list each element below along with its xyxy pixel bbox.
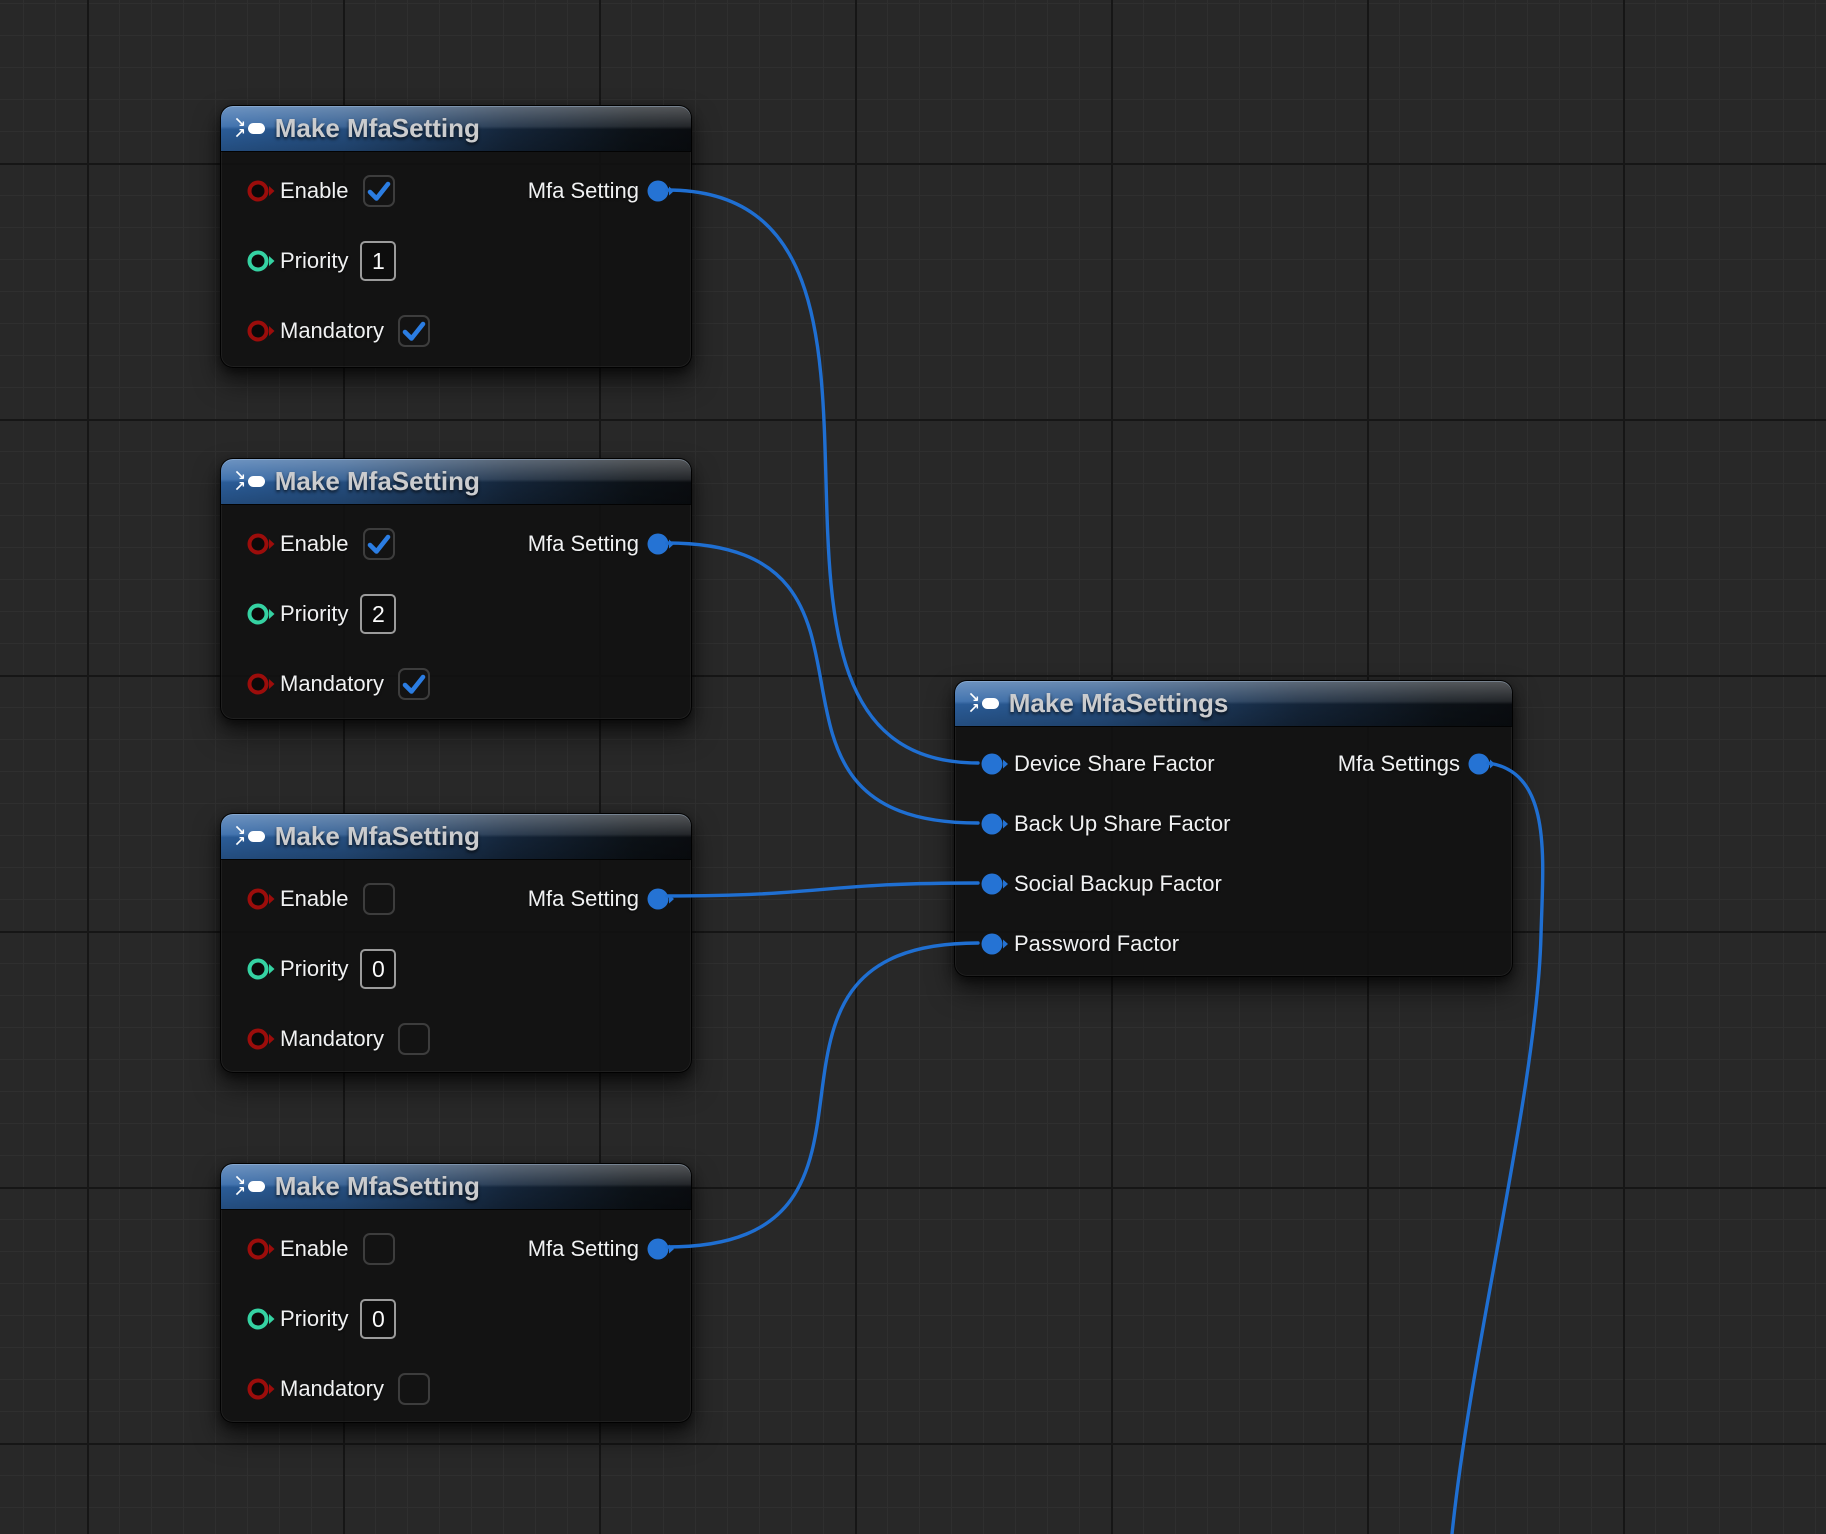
node-make-mfasettings[interactable]: ↘↗ Make MfaSettings Device Share Factor …	[954, 680, 1513, 977]
output-row: Mfa Setting	[528, 522, 675, 566]
mandatory-checkbox[interactable]	[398, 1373, 430, 1405]
pin-row-back-up-share-factor: Back Up Share Factor	[955, 794, 1512, 854]
node-header[interactable]: ↘↗ Make MfaSetting	[221, 106, 691, 151]
enable-checkbox[interactable]	[363, 883, 395, 915]
output-row: Mfa Settings	[1338, 742, 1496, 786]
bool-input-pin[interactable]	[247, 671, 277, 697]
pin-row-mandatory: Mandatory	[221, 649, 691, 719]
bool-input-pin[interactable]	[247, 1236, 277, 1262]
struct-output-pin[interactable]	[645, 1236, 675, 1262]
check-icon	[365, 177, 393, 205]
struct-output-pin[interactable]	[645, 886, 675, 912]
mandatory-checkbox[interactable]	[398, 668, 430, 700]
pin-row-mandatory: Mandatory	[221, 1004, 691, 1074]
mandatory-checkbox[interactable]	[398, 315, 430, 347]
pin-label: Mandatory	[280, 671, 384, 697]
mandatory-checkbox[interactable]	[398, 1023, 430, 1055]
pin-row-mandatory: Mandatory	[221, 296, 691, 366]
bool-input-pin[interactable]	[247, 178, 277, 204]
bool-input-pin[interactable]	[247, 1026, 277, 1052]
bool-input-pin[interactable]	[247, 531, 277, 557]
node-title: Make MfaSetting	[275, 113, 480, 144]
struct-input-pin[interactable]	[981, 751, 1011, 777]
make-struct-icon: ↘↗	[234, 1176, 265, 1198]
output-row: Mfa Setting	[528, 877, 675, 921]
check-icon	[365, 530, 393, 558]
node-title: Make MfaSettings	[1009, 688, 1229, 719]
blueprint-canvas[interactable]: ↘↗ Make MfaSetting Enable Priority 1	[0, 0, 1826, 1534]
wire-node3-to-social-backup-factor[interactable]	[667, 883, 978, 896]
pin-row-priority: Priority 2	[221, 579, 691, 649]
make-struct-icon: ↘↗	[968, 693, 999, 715]
bool-input-pin[interactable]	[247, 886, 277, 912]
enable-checkbox[interactable]	[363, 1233, 395, 1265]
wire-node1-to-device-share-factor[interactable]	[667, 190, 978, 763]
pin-label: Enable	[280, 1236, 349, 1262]
check-icon	[400, 317, 428, 345]
pin-label: Mandatory	[280, 318, 384, 344]
wire-node4-to-password-factor[interactable]	[667, 943, 978, 1247]
pin-label: Mandatory	[280, 1026, 384, 1052]
pin-label: Social Backup Factor	[1014, 871, 1222, 897]
pin-row-password-factor: Password Factor	[955, 914, 1512, 974]
node-header[interactable]: ↘↗ Make MfaSetting	[221, 814, 691, 859]
struct-input-pin[interactable]	[981, 811, 1011, 837]
int-input-pin[interactable]	[247, 956, 277, 982]
make-struct-icon: ↘↗	[234, 826, 265, 848]
pin-row-mandatory: Mandatory	[221, 1354, 691, 1424]
priority-field[interactable]: 1	[360, 241, 396, 281]
node-title: Make MfaSetting	[275, 1171, 480, 1202]
pin-label: Mfa Setting	[528, 1236, 639, 1262]
priority-field[interactable]: 0	[360, 949, 396, 989]
node-header[interactable]: ↘↗ Make MfaSetting	[221, 1164, 691, 1209]
pin-row-priority: Priority 0	[221, 1284, 691, 1354]
priority-field[interactable]: 0	[360, 1299, 396, 1339]
pin-row-priority: Priority 1	[221, 226, 691, 296]
pin-row-social-backup-factor: Social Backup Factor	[955, 854, 1512, 914]
int-input-pin[interactable]	[247, 248, 277, 274]
pin-label: Priority	[280, 601, 348, 627]
make-struct-icon: ↘↗	[234, 118, 265, 140]
node-title: Make MfaSetting	[275, 466, 480, 497]
wire-node2-to-back-up-share-factor[interactable]	[667, 543, 978, 823]
pin-label: Mfa Setting	[528, 531, 639, 557]
node-make-mfasetting-2[interactable]: ↘↗ Make MfaSetting Enable Priority 2	[220, 458, 692, 720]
bool-input-pin[interactable]	[247, 318, 277, 344]
node-header[interactable]: ↘↗ Make MfaSettings	[955, 681, 1512, 726]
pin-label: Priority	[280, 956, 348, 982]
pin-label: Password Factor	[1014, 931, 1179, 957]
pin-label: Mfa Setting	[528, 178, 639, 204]
pin-label: Priority	[280, 248, 348, 274]
output-row: Mfa Setting	[528, 1227, 675, 1271]
pin-label: Mandatory	[280, 1376, 384, 1402]
output-row: Mfa Setting	[528, 169, 675, 213]
pin-label: Priority	[280, 1306, 348, 1332]
node-make-mfasetting-3[interactable]: ↘↗ Make MfaSetting Enable Priority 0	[220, 813, 692, 1073]
pin-label: Enable	[280, 178, 349, 204]
check-icon	[400, 670, 428, 698]
pin-label: Enable	[280, 531, 349, 557]
pin-label: Mfa Settings	[1338, 751, 1460, 777]
pin-label: Device Share Factor	[1014, 751, 1215, 777]
node-make-mfasetting-1[interactable]: ↘↗ Make MfaSetting Enable Priority 1	[220, 105, 692, 368]
pin-label: Enable	[280, 886, 349, 912]
enable-checkbox[interactable]	[363, 528, 395, 560]
int-input-pin[interactable]	[247, 1306, 277, 1332]
node-make-mfasetting-4[interactable]: ↘↗ Make MfaSetting Enable Priority 0	[220, 1163, 692, 1423]
pin-label: Mfa Setting	[528, 886, 639, 912]
struct-input-pin[interactable]	[981, 871, 1011, 897]
struct-input-pin[interactable]	[981, 931, 1011, 957]
priority-field[interactable]: 2	[360, 594, 396, 634]
node-title: Make MfaSetting	[275, 821, 480, 852]
node-header[interactable]: ↘↗ Make MfaSetting	[221, 459, 691, 504]
pin-row-priority: Priority 0	[221, 934, 691, 1004]
int-input-pin[interactable]	[247, 601, 277, 627]
pin-label: Back Up Share Factor	[1014, 811, 1230, 837]
make-struct-icon: ↘↗	[234, 471, 265, 493]
bool-input-pin[interactable]	[247, 1376, 277, 1402]
enable-checkbox[interactable]	[363, 175, 395, 207]
